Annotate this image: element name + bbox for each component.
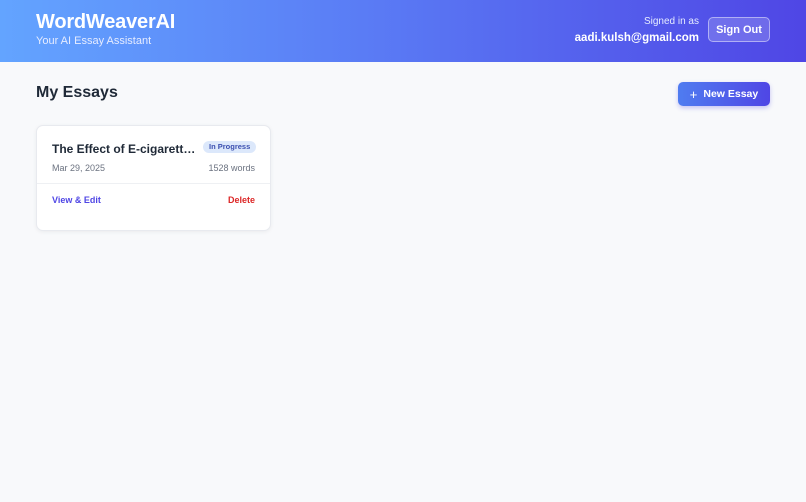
- card-divider: [37, 183, 270, 184]
- page-title: My Essays: [36, 84, 118, 101]
- essay-card: The Effect of E-cigarettes on Youth In P…: [36, 125, 271, 231]
- user-info: Signed in as aadi.kulsh@gmail.com: [575, 16, 699, 46]
- essay-word-count: 1528 words: [208, 163, 255, 173]
- essay-title: The Effect of E-cigarettes on Youth: [52, 142, 200, 156]
- app-header: WordWeaverAI Your AI Essay Assistant Sig…: [0, 0, 806, 62]
- plus-icon: +: [689, 86, 698, 102]
- new-essay-label: New Essay: [703, 88, 759, 100]
- delete-link[interactable]: Delete: [228, 195, 255, 205]
- status-badge: In Progress: [203, 141, 257, 153]
- sign-out-button[interactable]: Sign Out: [708, 17, 770, 42]
- app-subtitle: Your AI Essay Assistant: [36, 35, 152, 47]
- app-title: WordWeaverAI: [36, 11, 176, 33]
- view-edit-link[interactable]: View & Edit: [52, 195, 101, 205]
- essay-date: Mar 29, 2025: [52, 163, 106, 173]
- new-essay-button[interactable]: + New Essay: [678, 82, 770, 106]
- user-email: aadi.kulsh@gmail.com: [574, 32, 699, 44]
- signed-in-label: Signed in as: [643, 16, 699, 27]
